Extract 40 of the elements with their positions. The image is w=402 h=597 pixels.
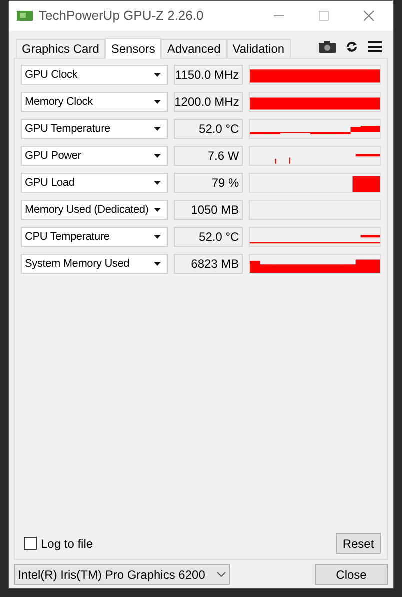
app-icon [17,10,33,22]
sensor-dropdown[interactable]: Memory Clock [21,92,168,112]
tab[interactable]: Graphics Card [16,39,106,58]
dropdown-arrow-icon [154,181,161,185]
sensor-value: 1150.0 MHz [174,65,244,85]
tab[interactable]: Advanced [161,39,227,58]
sensor-dropdown[interactable]: CPU Temperature [21,227,168,247]
dropdown-arrow-icon [154,73,161,77]
dropdown-arrow-icon [154,154,161,158]
sensor-dropdown[interactable]: GPU Load [21,173,168,193]
sensor-dropdown[interactable]: GPU Clock [21,65,168,85]
close-icon[interactable] [363,10,375,22]
refresh-icon[interactable] [346,41,358,53]
reset-button[interactable]: Reset [336,533,381,554]
dropdown-arrow-icon [154,100,161,104]
sensor-value: 1200.0 MHz [174,92,244,112]
sensor-dropdown[interactable]: Memory Used (Dedicated) [21,200,168,220]
dropdown-arrow-icon [154,208,161,212]
log-to-file-label: Log to file [41,536,94,552]
dropdown-arrow-icon [154,127,161,131]
sensor-dropdown[interactable]: System Memory Used [21,254,168,274]
close-button[interactable]: Close [315,564,388,585]
sensor-value: 7.6 W [174,146,244,166]
sensor-value: 6823 MB [174,254,244,274]
chevron-down-icon [217,572,226,577]
sensor-dropdown[interactable]: GPU Power [21,146,168,166]
tab[interactable]: Validation [226,39,291,58]
sensor-dropdown[interactable]: GPU Temperature [21,119,168,139]
sensor-value: 79 % [174,173,244,193]
device-select[interactable]: Intel(R) Iris(TM) Pro Graphics 6200 [14,564,230,585]
sensor-value: 52.0 °C [174,227,244,247]
menu-icon[interactable] [368,41,382,53]
dropdown-arrow-icon [154,262,161,266]
window-title: TechPowerUp GPU-Z 2.26.0 [39,7,204,26]
sensor-value: 1050 MB [174,200,244,220]
sensor-value: 52.0 °C [174,119,244,139]
camera-icon[interactable] [319,41,336,53]
checkbox[interactable] [24,537,37,550]
dropdown-arrow-icon [154,235,161,239]
tab[interactable]: Sensors [105,38,162,59]
